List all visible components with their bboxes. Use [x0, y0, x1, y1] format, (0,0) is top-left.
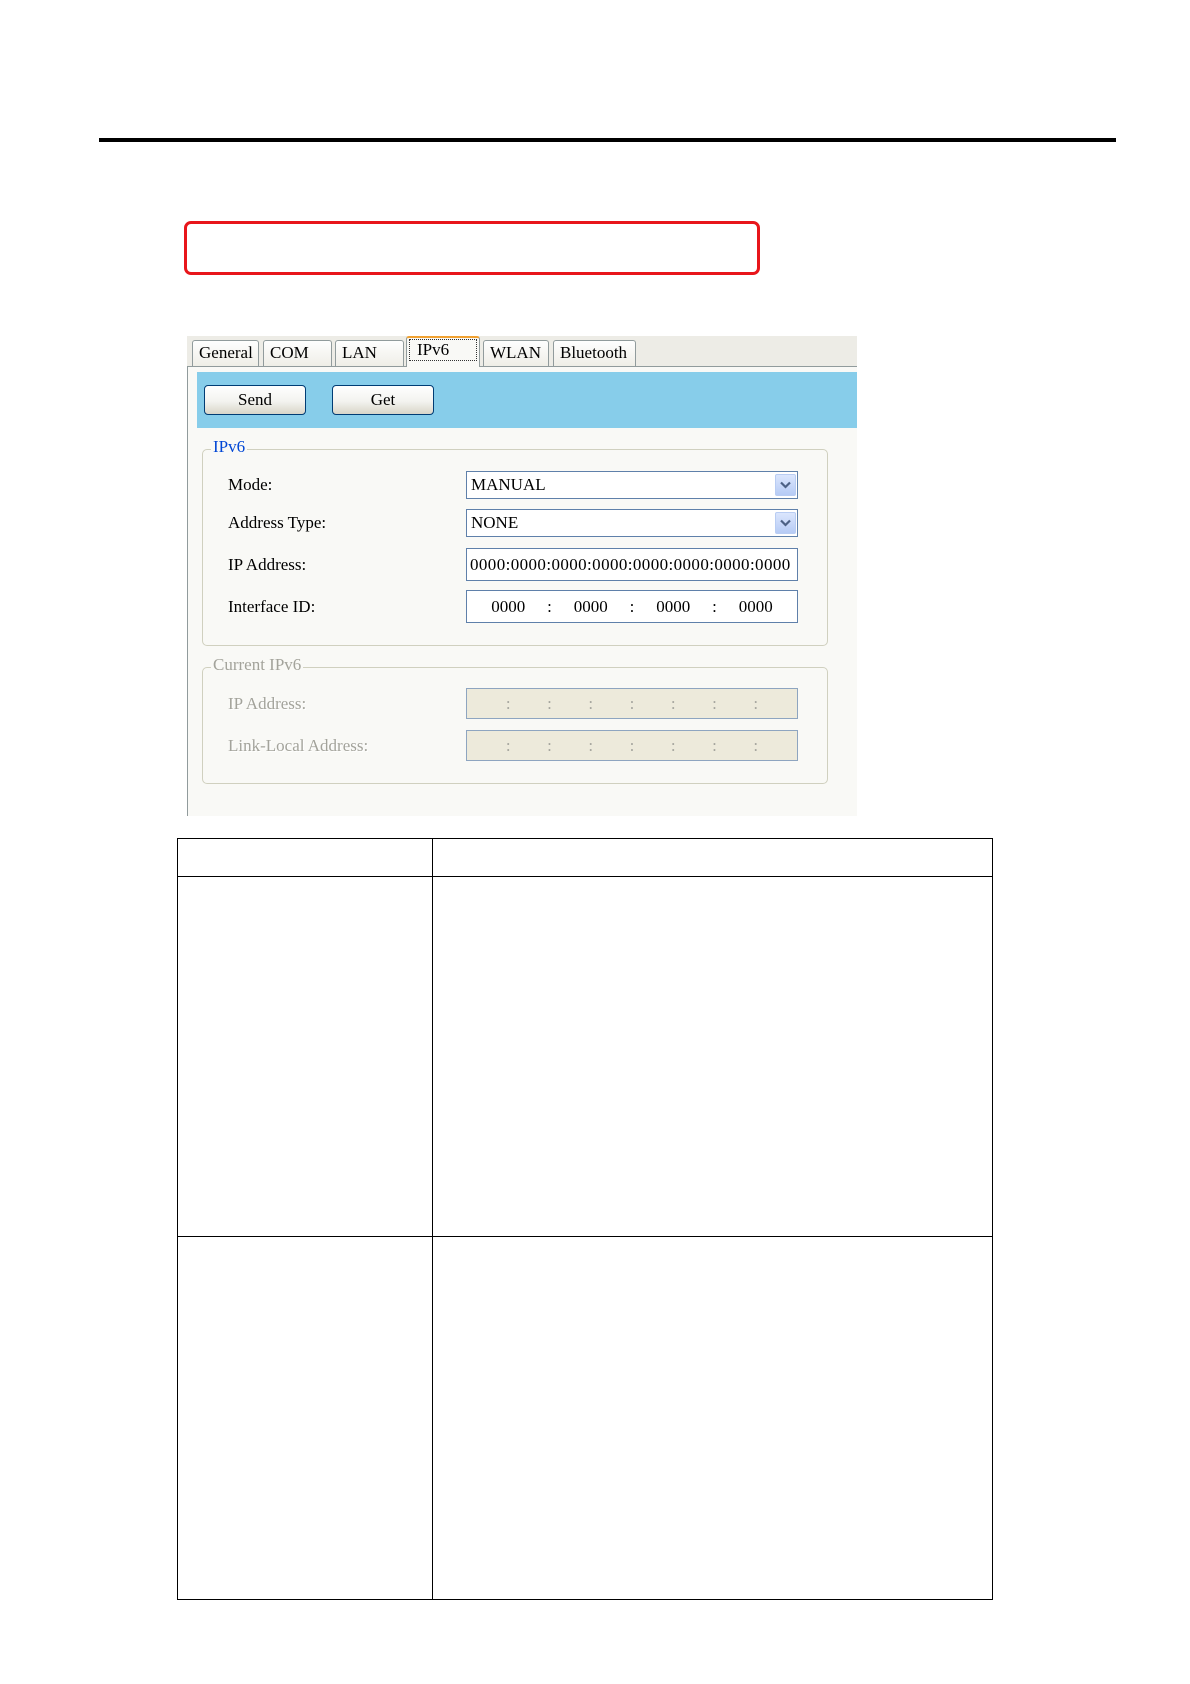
current-ip-address-row: IP Address: :::::::	[228, 688, 827, 719]
tab-general[interactable]: General	[192, 340, 259, 366]
address-segment-2[interactable]: 0000	[550, 597, 633, 617]
spec-table	[177, 838, 993, 1600]
address-segment-3[interactable]: 0000	[632, 597, 715, 617]
callout-box	[184, 221, 760, 275]
address-type-row: Address Type: NONE	[228, 509, 827, 537]
mode-dropdown-button[interactable]	[775, 474, 796, 496]
tab-com[interactable]: COM	[263, 340, 332, 366]
interface-id-label: Interface ID:	[228, 596, 316, 616]
ip-address-input[interactable]	[466, 548, 798, 581]
settings-window: General COM LAN IPv6 WLAN Bluetooth Send…	[187, 336, 857, 816]
current-ip-address-field: :::::::	[466, 688, 798, 719]
current-ipv6-group: Current IPv6 IP Address: ::::::: Link-Lo…	[202, 655, 828, 784]
table-header-cell	[177, 838, 433, 877]
send-button[interactable]: Send	[204, 385, 306, 415]
tab-general-label: General	[199, 343, 253, 362]
tab-ipv6[interactable]: IPv6	[406, 336, 480, 367]
address-type-label: Address Type:	[228, 513, 327, 532]
address-segment-1[interactable]: 0000	[467, 597, 550, 617]
mode-row: Mode: MANUAL	[228, 471, 827, 499]
table-header-cell	[432, 838, 993, 877]
address-segment-4[interactable]: 0000	[715, 597, 798, 617]
tab-lan-label: LAN	[342, 343, 377, 362]
address-type-select[interactable]: NONE	[466, 509, 798, 537]
tab-bluetooth[interactable]: Bluetooth	[553, 340, 636, 366]
interface-id-input[interactable]: 0000:0000:0000:0000	[466, 590, 798, 623]
get-button[interactable]: Get	[332, 385, 434, 415]
tab-lan[interactable]: LAN	[335, 340, 404, 366]
table-row	[177, 1236, 993, 1600]
table-header-row	[177, 838, 993, 877]
table-cell	[432, 1236, 993, 1600]
ip-address-label: IP Address:	[228, 554, 307, 574]
table-row	[177, 876, 993, 1237]
current-ip-address-label: IP Address:	[228, 693, 307, 713]
table-cell	[432, 876, 993, 1237]
ip-address-row: IP Address:	[228, 548, 827, 581]
ipv6-group: IPv6 Mode: MANUAL Address Type: NONE IP …	[202, 437, 828, 646]
tab-ipv6-label: IPv6	[409, 339, 477, 361]
tab-com-label: COM	[270, 343, 309, 362]
mode-select[interactable]: MANUAL	[466, 471, 798, 499]
table-cell	[177, 876, 433, 1237]
chevron-down-icon	[780, 481, 791, 489]
mode-label: Mode:	[228, 475, 273, 494]
table-cell	[177, 1236, 433, 1600]
current-ipv6-group-legend: Current IPv6	[211, 655, 304, 675]
address-type-select-value: NONE	[471, 513, 519, 532]
toolbar: Send Get	[197, 372, 857, 428]
header-rule	[99, 138, 1116, 142]
tab-wlan-label: WLAN	[490, 343, 541, 362]
address-type-dropdown-button[interactable]	[775, 512, 796, 534]
mode-select-value: MANUAL	[471, 475, 546, 494]
tab-wlan[interactable]: WLAN	[483, 340, 549, 366]
tab-bluetooth-label: Bluetooth	[560, 343, 628, 362]
chevron-down-icon	[780, 519, 791, 527]
link-local-address-row: Link-Local Address: :::::::	[228, 730, 827, 761]
ipv6-group-legend: IPv6	[211, 437, 248, 457]
link-local-address-field: :::::::	[466, 730, 798, 761]
link-local-address-label: Link-Local Address:	[228, 735, 369, 755]
interface-id-row: Interface ID: 0000:0000:0000:0000	[228, 590, 827, 623]
